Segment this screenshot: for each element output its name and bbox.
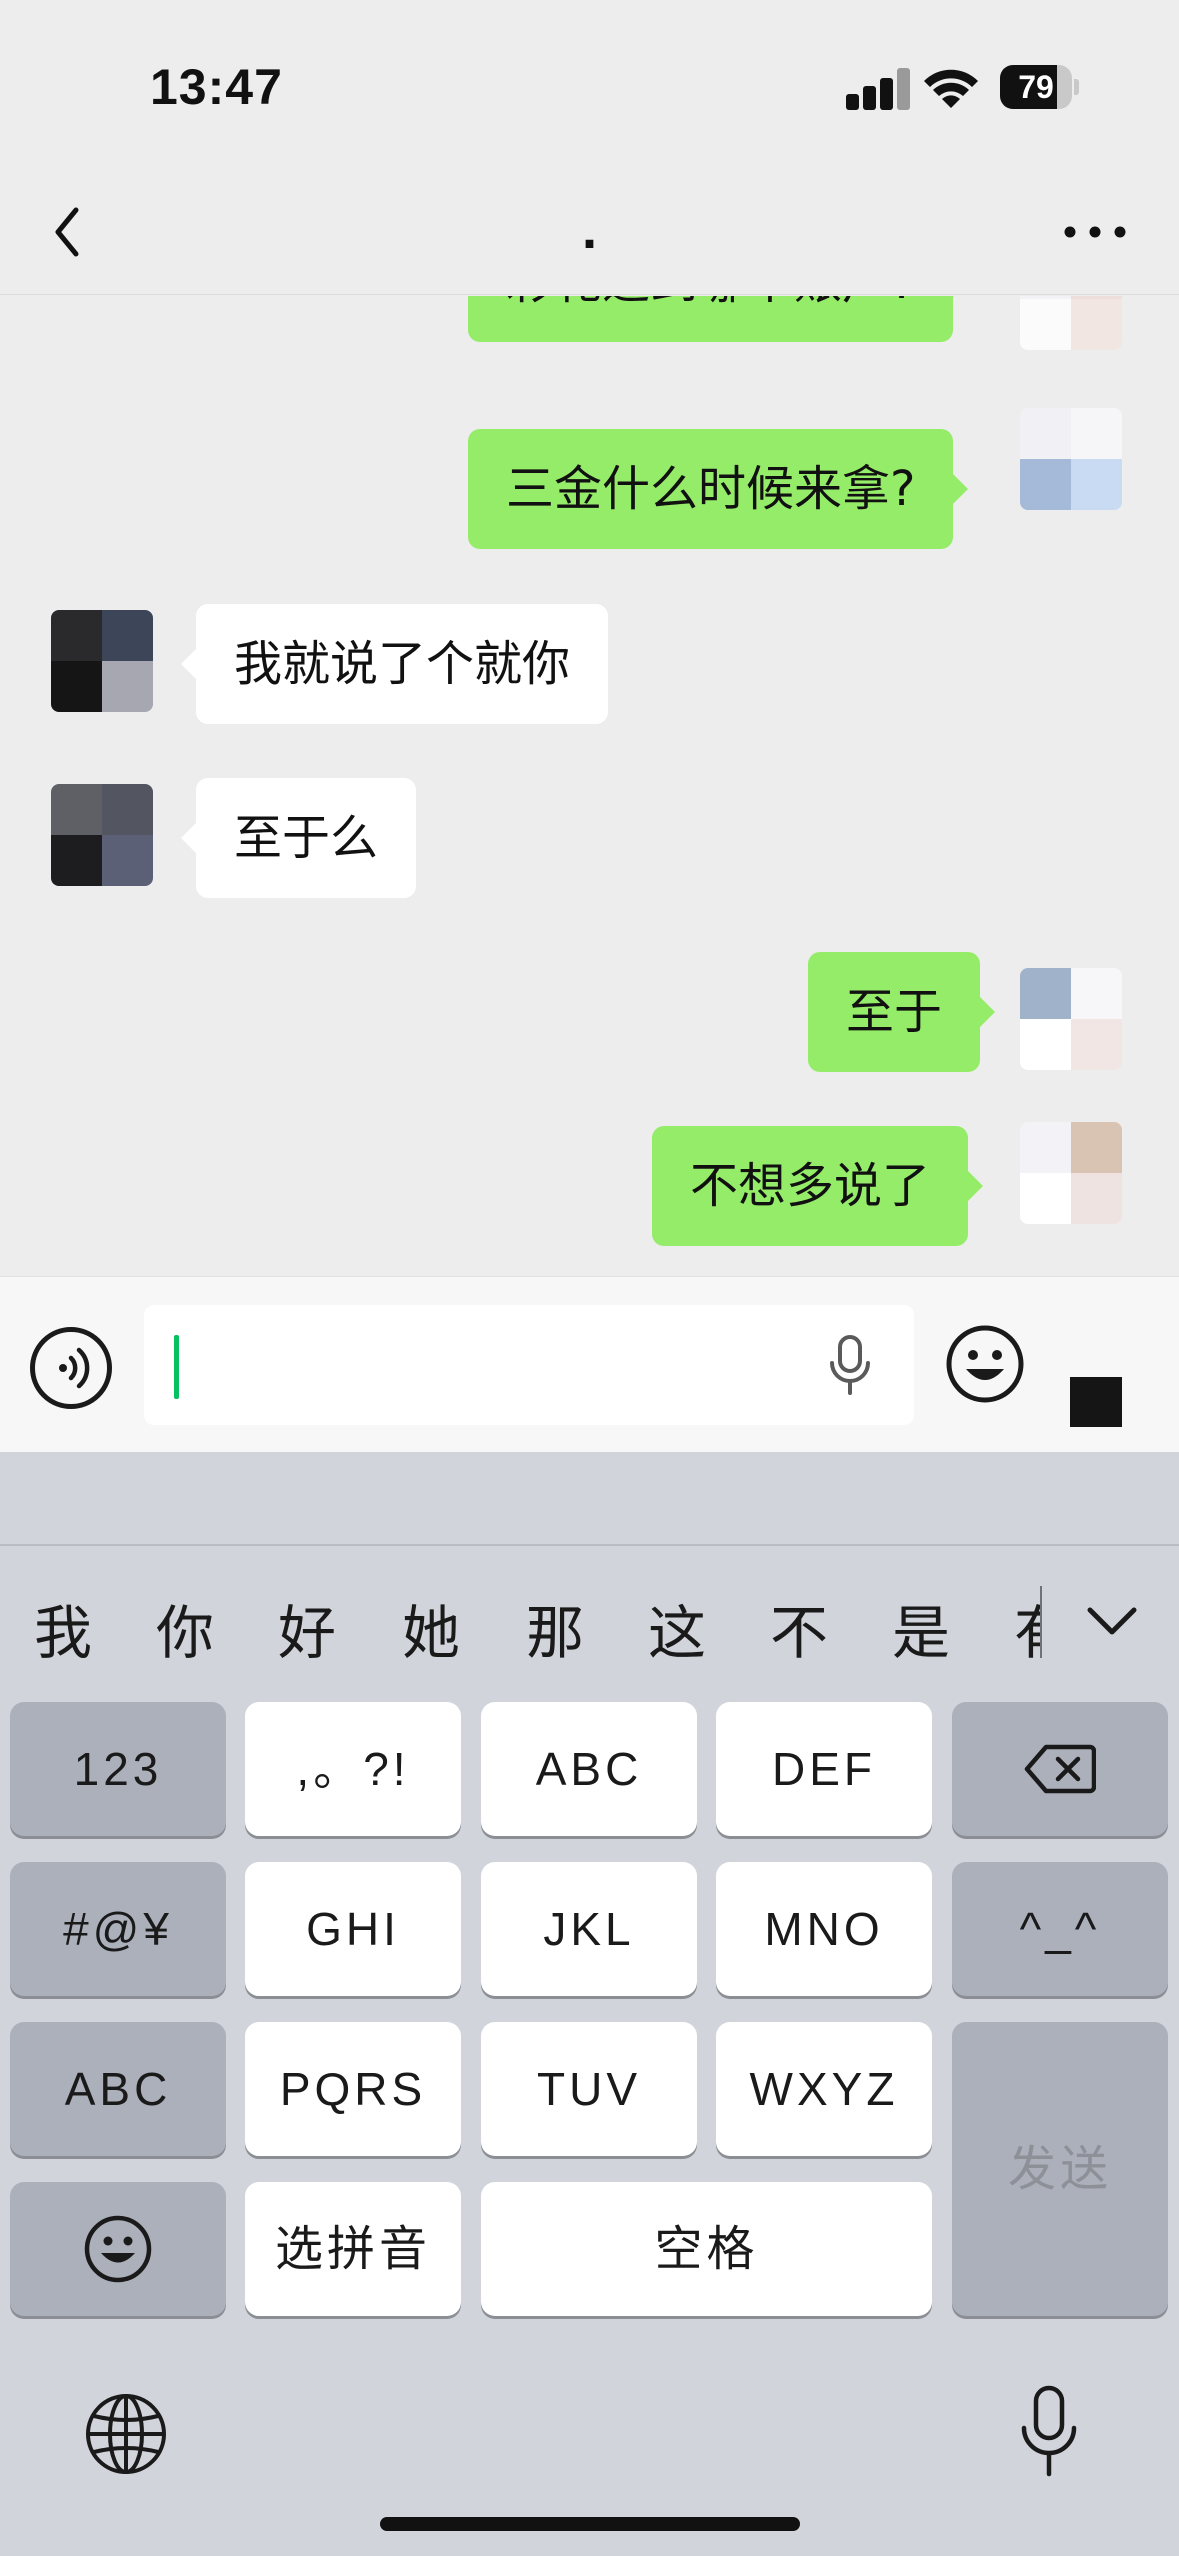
globe-icon[interactable] bbox=[84, 2392, 168, 2476]
key-symbols[interactable]: #@¥ bbox=[10, 1862, 226, 1996]
candidate-word[interactable]: 她 bbox=[402, 1586, 460, 1670]
key-jkl[interactable]: JKL bbox=[481, 1862, 697, 1996]
key-abc[interactable]: ABC bbox=[481, 1702, 697, 1836]
candidate-divider bbox=[1040, 1586, 1042, 1658]
key-numbers[interactable]: 123 bbox=[10, 1702, 226, 1836]
my-avatar[interactable] bbox=[1020, 968, 1122, 1070]
candidate-bar: 我 你 好 她 那 这 不 是 有 bbox=[0, 1544, 1179, 1704]
message-bubble-incoming[interactable]: 至于么 bbox=[180, 778, 417, 898]
smiley-icon bbox=[84, 2215, 152, 2283]
candidate-word[interactable]: 那 bbox=[526, 1586, 584, 1670]
chat-header: . bbox=[0, 170, 1179, 295]
chevron-down-icon[interactable] bbox=[1084, 1602, 1140, 1642]
message-bubble-outgoing[interactable]: 至于 bbox=[808, 952, 996, 1072]
candidate-word[interactable]: 好 bbox=[278, 1586, 336, 1670]
my-avatar[interactable] bbox=[1020, 408, 1122, 510]
wifi-icon bbox=[924, 69, 978, 108]
status-bar: 13:47 79 bbox=[0, 0, 1179, 170]
key-emoji[interactable] bbox=[10, 2182, 226, 2316]
backspace-icon bbox=[1024, 1744, 1096, 1794]
message-input-bar bbox=[0, 1276, 1179, 1452]
battery-level: 79 bbox=[1018, 69, 1054, 105]
message-bubble-incoming[interactable]: 我就说了个就你 bbox=[180, 604, 609, 724]
battery-icon: 79 bbox=[1000, 65, 1079, 109]
chat-title: . bbox=[581, 208, 598, 259]
microphone-icon[interactable] bbox=[824, 1333, 876, 1397]
candidate-word[interactable]: 有 bbox=[1014, 1586, 1040, 1670]
status-time: 13:47 bbox=[150, 59, 283, 115]
message-bubble-outgoing[interactable]: 彩礼退到哪个账户? bbox=[468, 296, 969, 342]
smiley-icon[interactable] bbox=[944, 1323, 1026, 1405]
keyboard: 我 你 好 她 那 这 不 是 有 123 ,。?! ABC DEF #@¥ G… bbox=[0, 1452, 1179, 2556]
text-caret bbox=[174, 1335, 179, 1399]
key-space[interactable]: 空格 bbox=[481, 2182, 932, 2316]
message-bubble-outgoing[interactable]: 三金什么时候来拿? bbox=[468, 429, 969, 549]
candidate-word[interactable]: 这 bbox=[648, 1586, 706, 1670]
message-list[interactable]: 彩礼退到哪个账户? 三金什么时候来拿? 我就说了个就你 至于么 至于 不想多说了 bbox=[0, 296, 1179, 1276]
key-kaomoji[interactable]: ^_^ bbox=[952, 1862, 1168, 1996]
key-ghi[interactable]: GHI bbox=[245, 1862, 461, 1996]
candidate-word[interactable]: 你 bbox=[156, 1586, 214, 1670]
my-avatar[interactable] bbox=[1020, 296, 1122, 350]
microphone-icon[interactable] bbox=[1016, 2384, 1082, 2480]
home-indicator[interactable] bbox=[380, 2517, 800, 2531]
message-text-input[interactable] bbox=[144, 1305, 914, 1425]
key-select-pinyin[interactable]: 选拼音 bbox=[245, 2182, 461, 2316]
candidate-word[interactable]: 是 bbox=[892, 1586, 950, 1670]
ellipsis-icon[interactable] bbox=[1060, 212, 1130, 252]
contact-avatar[interactable] bbox=[51, 784, 153, 886]
key-wxyz[interactable]: WXYZ bbox=[716, 2022, 932, 2156]
voice-wave-icon[interactable] bbox=[30, 1327, 112, 1409]
my-avatar[interactable] bbox=[1020, 1122, 1122, 1224]
media-thumbnail[interactable] bbox=[1070, 1377, 1122, 1427]
message-bubble-outgoing[interactable]: 不想多说了 bbox=[652, 1126, 984, 1246]
candidate-word[interactable]: 我 bbox=[34, 1586, 92, 1670]
key-def[interactable]: DEF bbox=[716, 1702, 932, 1836]
key-delete[interactable] bbox=[952, 1702, 1168, 1836]
key-tuv[interactable]: TUV bbox=[481, 2022, 697, 2156]
contact-avatar[interactable] bbox=[51, 610, 153, 712]
key-pqrs[interactable]: PQRS bbox=[245, 2022, 461, 2156]
key-punctuation[interactable]: ,。?! bbox=[245, 1702, 461, 1836]
key-mno[interactable]: MNO bbox=[716, 1862, 932, 1996]
key-abc-switch[interactable]: ABC bbox=[10, 2022, 226, 2156]
cellular-signal-icon bbox=[846, 68, 912, 110]
send-button[interactable]: 发送 bbox=[952, 2022, 1168, 2316]
candidate-word[interactable]: 不 bbox=[770, 1586, 828, 1670]
